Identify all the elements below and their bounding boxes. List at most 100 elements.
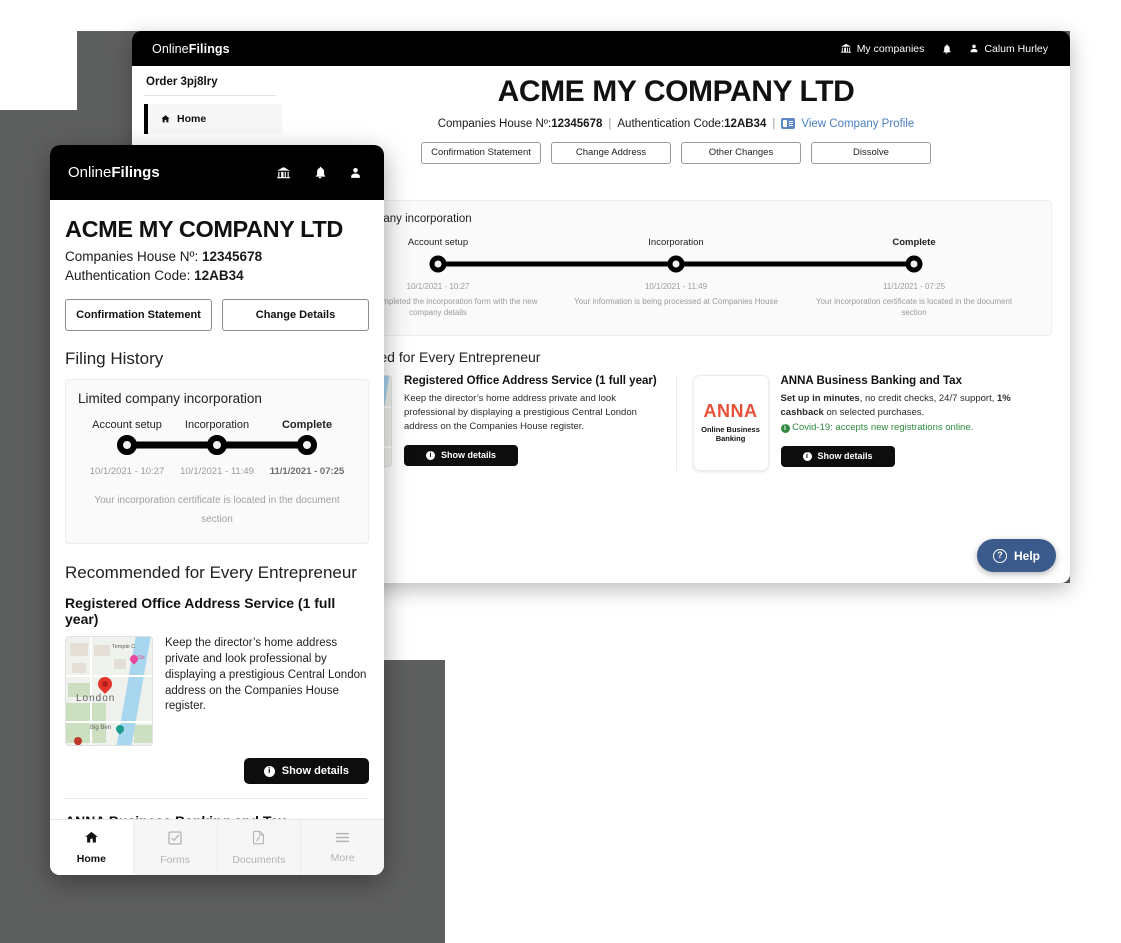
step-label: Incorporation [184, 419, 250, 431]
anna-logo-subtitle: Online Business Banking [701, 424, 760, 444]
mobile-action-buttons: Confirmation Statement Change Details [65, 299, 369, 331]
step-label: Complete [892, 236, 936, 248]
mobile-action-confirmation-statement[interactable]: Confirmation Statement [65, 299, 212, 331]
map-label-temple: Temple C [112, 644, 136, 650]
sidebar-item-home-label: Home [177, 113, 207, 125]
stepper-labels-row: Account setup Incorporation Complete [319, 237, 1033, 253]
step-label: Incorporation [648, 236, 704, 248]
step-description: Your incorporation certificate is locate… [815, 296, 1013, 318]
covid-note-text: Covid-19: accepts new registrations onli… [792, 422, 974, 434]
view-company-profile-link[interactable]: View Company Profile [801, 118, 914, 130]
stepper-detail-row: 10/1/2021 - 10:27 You have completed the… [319, 275, 1033, 319]
mobile-stepper-labels: Account setup Incorporation Complete [82, 419, 352, 431]
mobile-show-details-label: Show details [281, 765, 349, 777]
product-anna-banking: ANNA Online Business Banking ANNA Busine… [675, 374, 1053, 471]
logo-prefix: Online [68, 164, 112, 181]
sidebar-item-home[interactable]: Home [144, 104, 282, 134]
mobile-show-details-button[interactable]: i Show details [243, 758, 369, 784]
info-icon: i [426, 450, 435, 460]
product-text: Registered Office Address Service (1 ful… [404, 375, 660, 471]
auth-code-label: Authentication Code: [617, 117, 725, 130]
desktop-top-navbar: OnlineFilings My companies Calum Hurley [132, 31, 1070, 66]
step-detail-2: 10/1/2021 - 11:49 Your information is be… [557, 275, 795, 319]
checkbox-icon [167, 830, 183, 850]
bell-icon[interactable] [313, 165, 327, 180]
home-icon [161, 115, 170, 123]
mobile-step-date-1: 10/1/2021 - 10:27 [82, 459, 172, 477]
tab-forms[interactable]: Forms [132, 820, 217, 875]
mobile-auth-label: Authentication Code: [65, 268, 191, 283]
action-dissolve[interactable]: Dissolve [811, 141, 931, 164]
mobile-top-navbar: OnlineFilings [50, 145, 384, 200]
anna-logo-card[interactable]: ANNA Online Business Banking [692, 374, 769, 471]
bank-icon [840, 43, 851, 53]
user-icon[interactable] [349, 166, 362, 180]
background-white-block-topleft [0, 0, 77, 110]
action-other-changes[interactable]: Other Changes [681, 141, 801, 164]
london-map-thumbnail[interactable]: London Temple C Str Big Ben [65, 636, 153, 746]
ch-number-line: Companies House Nº:12345678 [438, 118, 603, 130]
desktop-nav-right: My companies Calum Hurley [840, 43, 1048, 55]
covid-note: i Covid-19: accepts new registrations on… [780, 421, 1037, 435]
mobile-action-change-details[interactable]: Change Details [222, 299, 369, 331]
show-details-button[interactable]: i Show details [404, 444, 519, 466]
ch-number-label: Companies House Nº: [437, 117, 552, 130]
tab-documents[interactable]: Documents [216, 820, 301, 875]
bank-icon[interactable] [276, 166, 291, 180]
product-title: ANNA Business Banking and Tax [780, 374, 962, 387]
show-details-label: Show details [441, 450, 497, 461]
step-date: 10/1/2021 - 11:49 [644, 281, 708, 291]
home-icon [83, 830, 100, 849]
mobile-product-row: London Temple C Str Big Ben Keep the dir… [65, 636, 369, 746]
help-button-label: Help [1013, 548, 1040, 563]
tab-more-label: More [330, 852, 355, 864]
mobile-ch-number-line: Companies House Nº: 12345678 [65, 249, 369, 264]
action-confirmation-statement[interactable]: Confirmation Statement [421, 141, 541, 164]
product-title: Registered Office Address Service (1 ful… [404, 374, 657, 387]
mobile-product-body: Keep the director’s home address private… [165, 637, 367, 713]
mobile-logo[interactable]: OnlineFilings [68, 164, 160, 181]
desktop-recommended-heading: Recommended for Every Entrepreneur [300, 348, 541, 365]
mobile-step-date-3: 11/1/2021 - 07:25 [262, 459, 352, 477]
desktop-filing-history-heading: Filing History [300, 177, 1052, 193]
help-button[interactable]: ? Help [976, 539, 1056, 572]
product-body: Set up in minutes, no credit checks, 24/… [780, 392, 1037, 436]
mobile-step-incorporation: Incorporation [172, 419, 262, 431]
map-road [66, 721, 152, 723]
bell-icon[interactable] [941, 43, 952, 55]
tab-home-label: Home [76, 853, 106, 865]
nav-my-companies-label: My companies [856, 42, 925, 55]
mobile-step-dot-3 [297, 435, 318, 455]
logo-suffix: Filings [188, 41, 230, 56]
screenshot-stage: OnlineFilings My companies Calum Hurley … [0, 0, 1121, 943]
logo-prefix: Online [152, 41, 189, 56]
mobile-show-details-wrap: i Show details [65, 758, 369, 784]
meta-separator-1: | [608, 117, 612, 130]
show-details-label: Show details [817, 451, 873, 462]
map-art: London Temple C Str Big Ben [66, 637, 152, 745]
tab-home[interactable]: Home [50, 820, 133, 875]
mobile-product-divider [65, 798, 369, 799]
desktop-filing-history-card: Limited company incorporation Account se… [300, 199, 1052, 336]
show-details-button[interactable]: i Show details [780, 445, 895, 467]
map-block [94, 645, 110, 656]
map-block [114, 659, 126, 669]
map-label-bigben: Big Ben [90, 725, 112, 731]
tab-more[interactable]: More [300, 820, 384, 875]
product-text: ANNA Business Banking and Tax Set up in … [780, 374, 1037, 471]
product-body-mid: , no credit checks, 24/7 support, [859, 392, 997, 404]
desktop-company-title: ACME MY COMPANY LTD [497, 75, 855, 108]
desktop-logo[interactable]: OnlineFilings [152, 42, 230, 56]
nav-my-companies[interactable]: My companies [840, 42, 925, 55]
sidebar-order-label: Order 3pj8lry [146, 76, 218, 88]
nav-user[interactable]: Calum Hurley [969, 43, 1048, 55]
mobile-step-complete: Complete [262, 419, 352, 431]
desktop-company-meta: Companies House Nº:12345678 | Authentica… [300, 118, 1052, 130]
logo-suffix: Filings [111, 164, 160, 181]
step-dot-1 [429, 255, 447, 273]
step-detail-3: 11/1/2021 - 07:25 Your incorporation cer… [795, 275, 1033, 319]
action-change-address[interactable]: Change Address [551, 141, 671, 164]
mobile-auth-value: 12AB34 [194, 268, 244, 283]
map-label-london: London [76, 693, 116, 704]
map-block [72, 663, 86, 673]
